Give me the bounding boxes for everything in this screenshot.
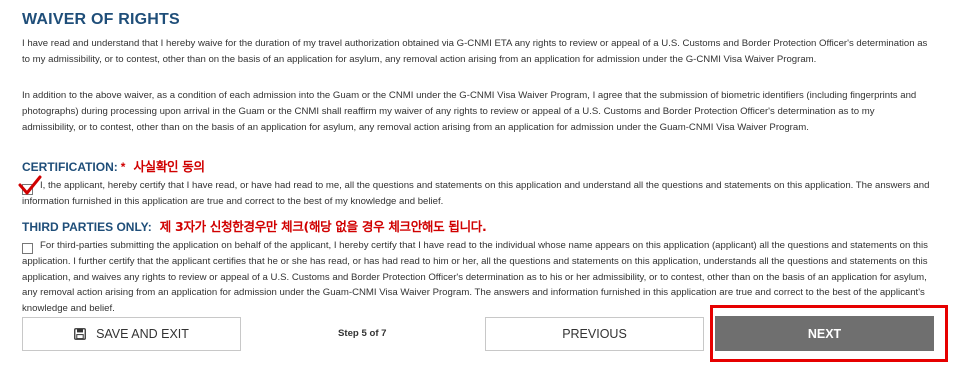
certification-text: I, the applicant, hereby certify that I … <box>22 180 930 207</box>
floppy-disk-icon <box>74 328 86 340</box>
page-title: WAIVER OF RIGHTS <box>22 11 180 28</box>
third-parties-heading: THIRD PARTIES ONLY: 제 3자가 신청한경우만 체크(해당 없을… <box>22 216 487 235</box>
waiver-paragraph-1: I have read and understand that I hereby… <box>22 38 928 65</box>
step-indicator: Step 5 of 7 <box>338 328 387 339</box>
third-parties-heading-label: THIRD PARTIES ONLY: <box>22 220 152 234</box>
previous-button[interactable]: PREVIOUS <box>485 317 704 351</box>
third-parties-annotation: 제 3자가 신청한경우만 체크(해당 없을 경우 체크안해도 됩니다. <box>159 219 487 234</box>
certification-heading: CERTIFICATION: * 사실확인 동의 <box>22 156 205 175</box>
waiver-paragraph-2: In addition to the above waiver, as a co… <box>22 90 917 133</box>
next-button[interactable]: NEXT <box>715 316 934 351</box>
save-and-exit-button[interactable]: SAVE AND EXIT <box>22 317 241 351</box>
checkmark-icon <box>18 175 42 195</box>
previous-label: PREVIOUS <box>562 327 627 341</box>
next-label: NEXT <box>807 326 842 341</box>
save-and-exit-label: SAVE AND EXIT <box>96 327 189 341</box>
certification-annotation: 사실확인 동의 <box>133 159 205 174</box>
required-marker: * <box>120 160 126 174</box>
certification-heading-label: CERTIFICATION: <box>22 160 118 174</box>
third-parties-checkbox[interactable] <box>22 243 33 254</box>
